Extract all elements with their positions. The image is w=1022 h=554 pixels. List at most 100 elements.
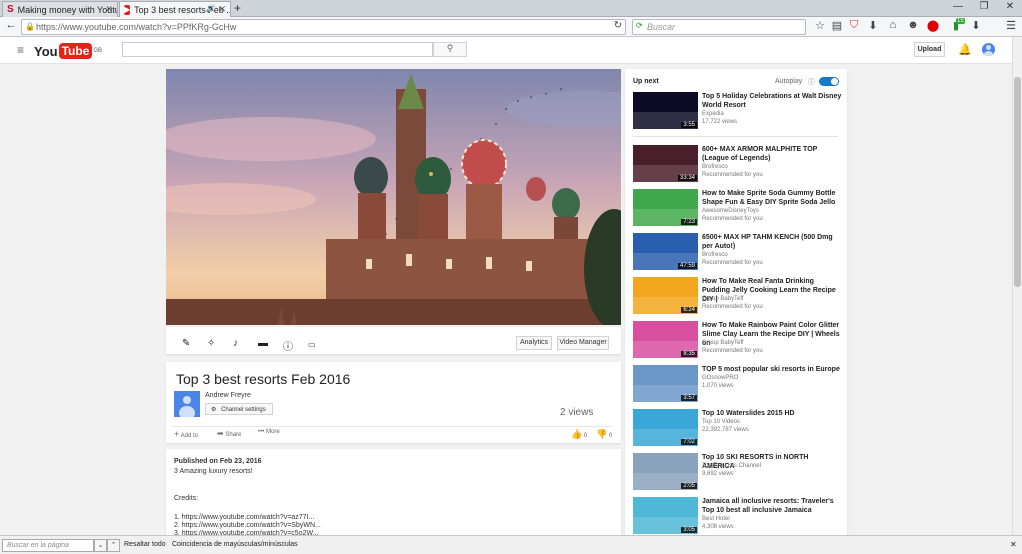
recommended-video[interactable]: 7:23 How to Make Sprite Soda Gummy Bottle… (633, 189, 843, 227)
channel-settings-button[interactable]: ⚙ Channel settings (205, 403, 273, 415)
close-tab-icon[interactable]: ✕ (218, 4, 226, 15)
video-title-link[interactable]: Top 5 Holiday Celebrations at Walt Disne… (702, 92, 842, 110)
find-bar: Buscar en la página ⌄ ⌃ Resaltar todo Co… (0, 535, 1022, 554)
close-tab-icon[interactable]: ✕ (105, 4, 113, 15)
reload-icon[interactable]: ↻ (611, 20, 625, 31)
download-icon[interactable]: ⬇ (866, 19, 880, 32)
video-thumbnail[interactable]: 47:59 (633, 233, 698, 270)
find-prev-icon[interactable]: ⌄ (94, 539, 107, 552)
video-title-link[interactable]: Jamaica all inclusive resorts: Traveler'… (702, 497, 842, 515)
video-thumbnail[interactable]: 3:57 (633, 365, 698, 402)
video-meta: 22,392,787 views (702, 427, 749, 433)
subtitles-cc-icon[interactable]: ▭ (308, 340, 316, 349)
minimize-icon[interactable]: — (946, 1, 970, 12)
video-title-link[interactable]: 600+ MAX ARMOR MALPHITE TOP (League of L… (702, 145, 842, 163)
close-window-icon[interactable]: ✕ (998, 1, 1022, 12)
video-thumbnail[interactable]: 33:34 (633, 145, 698, 182)
back-icon[interactable]: ← (4, 19, 18, 31)
find-next-icon[interactable]: ⌃ (107, 539, 120, 552)
video-channel: Brofresco (702, 164, 728, 170)
recommended-video[interactable]: 7:02 Top 10 Waterslides 2015 HD Top 10 Vid… (633, 409, 843, 447)
video-title-link[interactable]: 6500+ MAX HP TAHM KENCH (500 Dmg per Aut… (702, 233, 842, 251)
logo-tube-text: Tube (58, 43, 93, 59)
notifications-bell-icon[interactable]: 🔔 (958, 43, 972, 56)
video-thumbnail[interactable]: 8:35 (633, 321, 698, 358)
recommended-video[interactable]: 3:05 Jamaica all inclusive resorts: Trave… (633, 497, 843, 535)
description-line: Credits: (174, 495, 199, 502)
video-meta: Recommended for you (702, 216, 763, 222)
video-title-link[interactable]: How to Make Sprite Soda Gummy Bottle Sha… (702, 189, 842, 207)
analytics-button[interactable]: Analytics (516, 336, 552, 350)
arrow-down-icon[interactable]: ⬇ (969, 19, 983, 32)
description-link[interactable]: 1. https://www.youtube.com/watch?v=az77I… (174, 514, 314, 521)
edit-pencil-icon[interactable]: ✎ (182, 338, 190, 349)
channel-avatar[interactable] (174, 391, 200, 417)
annotations-icon[interactable]: ▬ (258, 338, 268, 349)
close-find-icon[interactable]: ✕ (1010, 540, 1017, 549)
youtube-search-input[interactable] (122, 42, 433, 57)
view-count: 2 views (560, 407, 594, 418)
match-case-option[interactable]: Coincidencia de mayúsculas/minúsculas (172, 541, 298, 548)
find-input[interactable]: Buscar en la página (2, 539, 94, 552)
tab-title: Making money with Youtu... (17, 4, 118, 15)
recommended-video[interactable]: 47:59 6500+ MAX HP TAHM KENCH (500 Dmg pe… (633, 233, 843, 271)
video-thumbnail[interactable]: 2:05 (633, 453, 698, 490)
video-meta: 4,308 views (702, 524, 734, 530)
recommended-video[interactable]: 6:24 How To Make Real Fanta Drinking Pudd… (633, 277, 843, 315)
video-duration: 3:05 (681, 527, 697, 533)
recommended-video[interactable]: 33:34 600+ MAX ARMOR MALPHITE TOP (League… (633, 145, 843, 183)
highlight-all-option[interactable]: Resaltar todo (124, 541, 166, 548)
upload-button[interactable]: Upload (914, 42, 945, 57)
info-icon[interactable]: ⓘ (283, 338, 293, 353)
restore-icon[interactable]: ❐ (972, 1, 996, 12)
autoplay-toggle[interactable] (819, 77, 839, 86)
browser-search-box[interactable]: ⟳ Buscar (632, 19, 806, 35)
share-button[interactable]: ➦ Share (217, 429, 241, 438)
tab-making-money[interactable]: S Making money with Youtu... ✕ (2, 1, 118, 17)
reading-list-icon[interactable]: ▤ (830, 19, 844, 32)
pocket-icon[interactable]: ⛉ (847, 19, 861, 32)
channel-name[interactable]: Andrew Freyre (205, 392, 251, 399)
like-button[interactable]: 👍 0 (571, 429, 587, 440)
recommended-video[interactable]: 3:55 Top 5 Holiday Celebrations at Walt D… (633, 92, 843, 130)
enhancements-wand-icon[interactable]: ✧ (207, 338, 215, 349)
audio-note-icon[interactable]: ♪ (233, 338, 238, 349)
adblock-icon[interactable]: ⬤ (926, 19, 940, 32)
description-link[interactable]: 2. https://www.youtube.com/watch?v=SbyWN… (174, 522, 321, 529)
video-duration: 7:23 (681, 219, 697, 225)
page-scrollbar[interactable] (1012, 37, 1022, 535)
video-manager-button[interactable]: Video Manager (557, 336, 609, 350)
chat-icon[interactable]: ☻ (906, 19, 920, 31)
recommended-video[interactable]: 8:35 How To Make Rainbow Paint Color Glit… (633, 321, 843, 359)
autoplay-info-icon[interactable]: ⓘ (808, 77, 815, 87)
guide-menu-icon[interactable]: ≡ (17, 43, 24, 57)
video-thumbnail[interactable]: 7:23 (633, 189, 698, 226)
hamburger-menu-icon[interactable]: ☰ (1004, 19, 1018, 32)
video-thumbnail[interactable]: 6:24 (633, 277, 698, 314)
account-avatar[interactable] (982, 43, 995, 56)
bookmark-star-icon[interactable]: ☆ (813, 19, 827, 32)
video-title-link[interactable]: Top 10 Waterslides 2015 HD (702, 409, 842, 418)
video-thumbnail[interactable]: 7:02 (633, 409, 698, 446)
video-player[interactable] (166, 69, 621, 325)
recommended-video[interactable]: 3:57 TOP 5 most popular ski resorts in Eu… (633, 365, 843, 403)
new-tab-icon[interactable]: + (234, 1, 241, 15)
home-icon[interactable]: ⌂ (886, 19, 900, 31)
video-title-link[interactable]: TOP 5 most popular ski resorts in Europe (702, 365, 842, 374)
video-meta: 17,722 views (702, 119, 738, 125)
tab-top-3-resorts[interactable]: ▶ Top 3 best resorts Feb ... 🔊 ✕ (119, 1, 231, 17)
youtube-logo[interactable]: You Tube GB (34, 43, 102, 59)
more-button[interactable]: ••• More (258, 429, 280, 435)
video-thumbnail[interactable]: 3:55 (633, 92, 698, 129)
speaker-icon[interactable]: 🔊 (206, 4, 216, 13)
video-meta: Recommended for you (702, 348, 763, 354)
dislike-button[interactable]: 👎 0 (596, 429, 612, 440)
video-thumbnail[interactable]: 3:05 (633, 497, 698, 534)
youtube-search-button[interactable]: ⚲ (433, 42, 467, 57)
url-text: https://www.youtube.com/watch?v=PPfKRg-G… (36, 22, 237, 32)
divider (633, 136, 838, 137)
url-bar[interactable]: 🔒 https://www.youtube.com/watch?v=PPfKRg… (21, 19, 626, 35)
scrollbar-thumb[interactable] (1014, 77, 1021, 287)
recommended-video[interactable]: 2:05 Top 10 SKI RESORTS in NORTH AMERICA T… (633, 453, 843, 491)
add-to-button[interactable]: + Add to (174, 429, 198, 439)
